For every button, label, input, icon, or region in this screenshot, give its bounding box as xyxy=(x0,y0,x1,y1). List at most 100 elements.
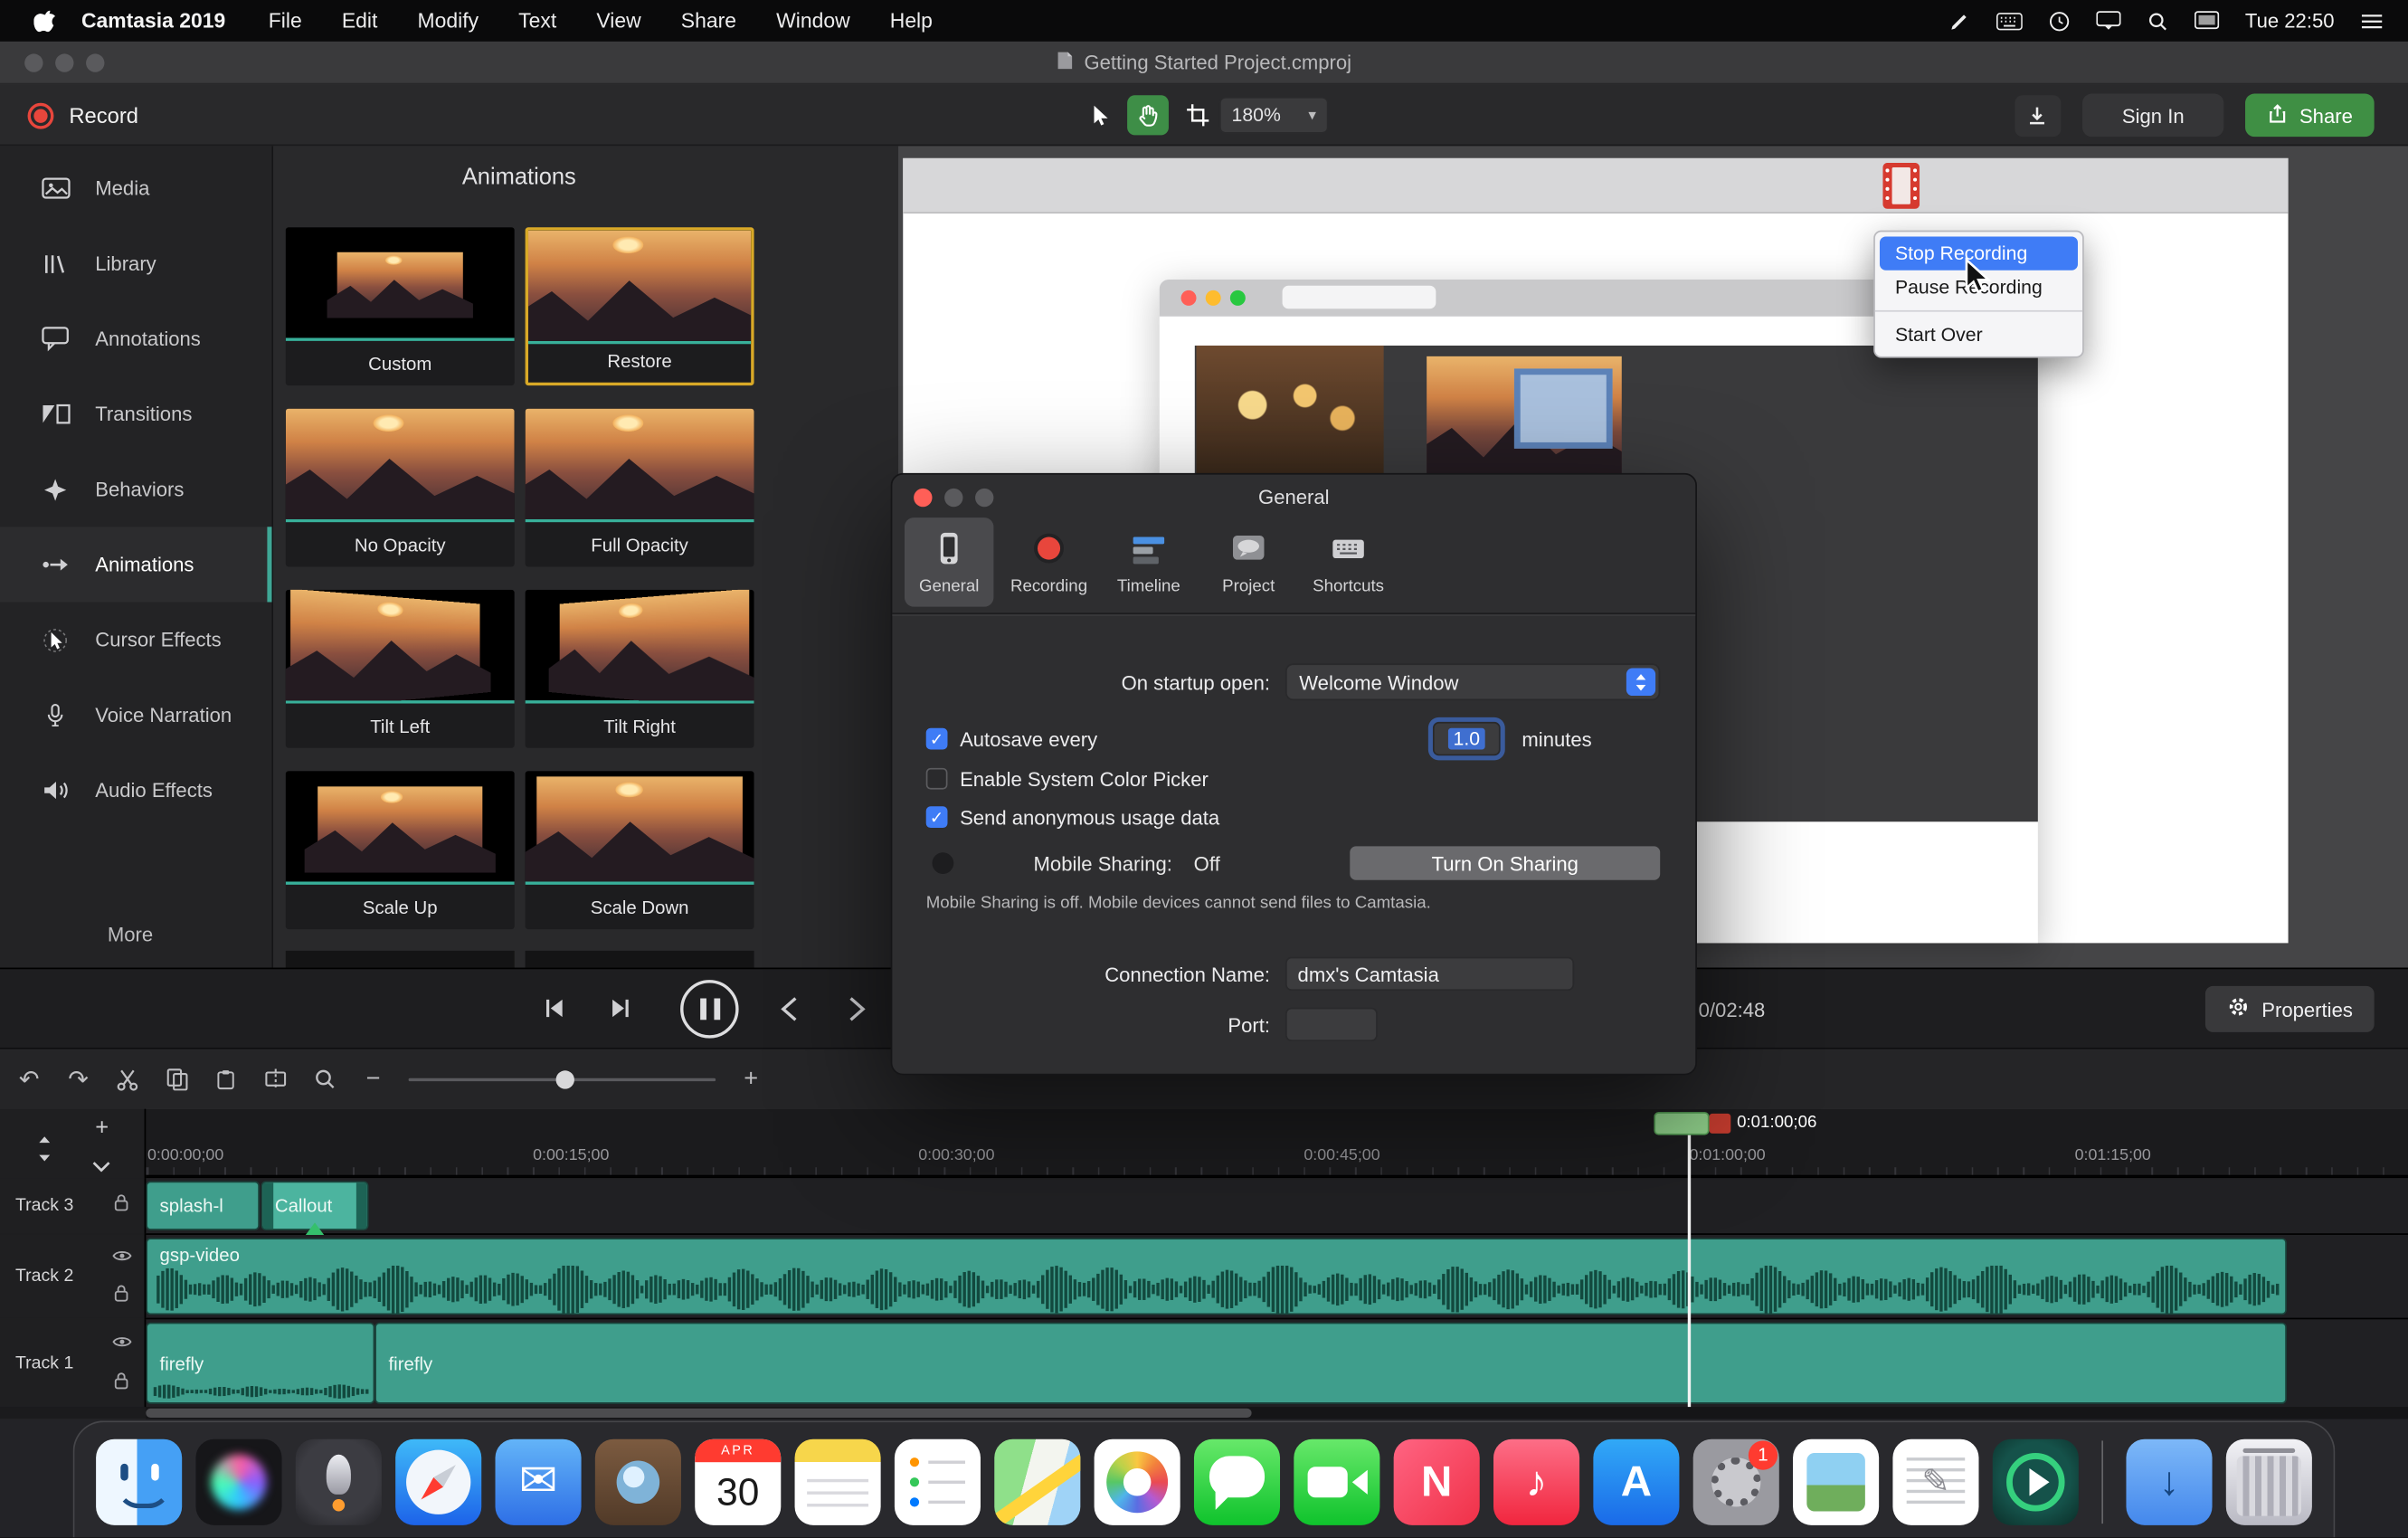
clock-icon[interactable] xyxy=(2049,10,2071,32)
dock-textedit-icon[interactable]: ✎ xyxy=(1892,1438,1978,1524)
dock-mail-icon[interactable]: ✉ xyxy=(496,1438,582,1524)
display-icon[interactable] xyxy=(2096,11,2120,31)
dock-messages-icon[interactable] xyxy=(1194,1438,1280,1524)
animation-card-scale-down[interactable]: Scale Down xyxy=(526,771,754,929)
playhead-in-handle[interactable] xyxy=(1654,1112,1709,1135)
sidebar-item-animations[interactable]: Animations xyxy=(0,527,271,602)
dialog-titlebar[interactable]: General xyxy=(892,475,1695,518)
dock-app-store-icon[interactable]: A xyxy=(1593,1438,1679,1524)
zoom-slider-handle[interactable] xyxy=(556,1069,574,1087)
dock-facetime-icon[interactable] xyxy=(1294,1438,1379,1524)
dock-reminders-icon[interactable] xyxy=(895,1438,981,1524)
app-menu[interactable]: Camtasia 2019 xyxy=(81,9,225,32)
sidebar-more-button[interactable]: More xyxy=(108,923,153,945)
menu-share[interactable]: Share xyxy=(681,9,736,32)
record-button[interactable]: Record xyxy=(28,84,138,146)
dock-siri-icon[interactable] xyxy=(195,1438,281,1524)
next-frame-button[interactable] xyxy=(608,995,634,1021)
recorder-film-icon[interactable] xyxy=(1882,163,1920,216)
sidebar-item-voice-narration[interactable]: Voice Narration xyxy=(0,678,271,753)
dock-downloads-icon[interactable]: ↓ xyxy=(2126,1438,2212,1524)
color-picker-checkbox[interactable] xyxy=(926,768,948,790)
sidebar-item-annotations[interactable]: Annotations xyxy=(0,301,271,376)
undo-button[interactable]: ↶ xyxy=(15,1064,43,1095)
dock-system-preferences-icon[interactable]: 1 xyxy=(1693,1438,1779,1524)
usage-data-checkbox[interactable]: ✓ xyxy=(926,806,948,828)
menu-edit[interactable]: Edit xyxy=(342,9,377,32)
zoom-slider[interactable] xyxy=(409,1078,716,1080)
menu-text[interactable]: Text xyxy=(518,9,556,32)
menu-file[interactable]: File xyxy=(269,9,302,32)
dock-news-icon[interactable]: N xyxy=(1394,1438,1480,1524)
share-button[interactable]: Share xyxy=(2246,94,2375,138)
pause-button[interactable] xyxy=(680,980,739,1039)
properties-button[interactable]: Properties xyxy=(2204,986,2374,1032)
dock-notes-icon[interactable] xyxy=(795,1438,881,1524)
horizontal-scrollbar[interactable] xyxy=(146,1407,2408,1419)
animation-card-scale-up[interactable]: Scale Up xyxy=(286,771,515,929)
sidebar-item-behaviors[interactable]: Behaviors xyxy=(0,451,271,527)
dock-trash-icon[interactable] xyxy=(2226,1438,2312,1524)
animation-card-no-opacity[interactable]: No Opacity xyxy=(286,409,515,567)
jump-forward-button[interactable] xyxy=(848,995,866,1023)
menu-bar-clock[interactable]: Tue 22:50 xyxy=(2245,9,2335,32)
connection-name-input[interactable]: dmx's Camtasia xyxy=(1285,957,1574,991)
clip-firefly[interactable]: firefly xyxy=(374,1323,2287,1404)
timeline-ruler[interactable]: 0:00:00;000:00:15;000:00:30;000:00:45;00… xyxy=(146,1136,2408,1176)
download-button[interactable] xyxy=(2015,94,2061,136)
animation-card-partial[interactable] xyxy=(286,951,515,968)
dock-calendar-icon[interactable]: APR30 xyxy=(695,1438,781,1524)
previous-frame-button[interactable] xyxy=(541,995,567,1021)
redo-button[interactable]: ↷ xyxy=(64,1064,92,1095)
cursor-tool-button[interactable] xyxy=(1078,95,1120,135)
menu-modify[interactable]: Modify xyxy=(418,9,479,32)
split-button[interactable] xyxy=(261,1068,289,1090)
search-icon[interactable] xyxy=(2147,10,2168,32)
zoom-out-button[interactable]: − xyxy=(359,1065,387,1093)
dock-finder-icon[interactable] xyxy=(96,1438,182,1524)
dock-camtasia-icon[interactable] xyxy=(1993,1438,2079,1524)
sidebar-item-transitions[interactable]: Transitions xyxy=(0,376,271,451)
dock-preview-icon[interactable] xyxy=(1793,1438,1879,1524)
sidebar-item-audio-effects[interactable]: Audio Effects xyxy=(0,753,271,828)
animation-card-full-opacity[interactable]: Full Opacity xyxy=(526,409,754,567)
notification-center-icon[interactable] xyxy=(2360,12,2383,30)
prefs-tab-general[interactable]: General xyxy=(905,517,993,606)
clip-firefly[interactable]: firefly xyxy=(146,1323,374,1404)
prefs-tab-shortcuts[interactable]: Shortcuts xyxy=(1304,517,1392,606)
zoom-level-select[interactable]: 180% ▾ xyxy=(1219,97,1329,134)
sign-in-button[interactable]: Sign In xyxy=(2082,94,2224,138)
dock-maps-icon[interactable] xyxy=(994,1438,1080,1524)
eye-icon[interactable] xyxy=(111,1329,131,1357)
animation-card-restore[interactable]: Restore xyxy=(526,227,754,385)
cut-button[interactable] xyxy=(114,1067,142,1091)
dock-safari-icon[interactable] xyxy=(395,1438,481,1524)
lock-icon[interactable] xyxy=(114,1283,129,1311)
playhead-out-handle[interactable] xyxy=(1710,1114,1731,1134)
prefs-tab-timeline[interactable]: Timeline xyxy=(1104,517,1193,606)
add-track-button[interactable]: + xyxy=(95,1116,109,1142)
copy-button[interactable] xyxy=(163,1068,191,1090)
clip-splash-l[interactable]: splash-l xyxy=(146,1182,260,1230)
lock-icon[interactable] xyxy=(114,1191,129,1220)
sidebar-item-cursor-effects[interactable]: Cursor Effects xyxy=(0,602,271,677)
dock-music-icon[interactable]: ♪ xyxy=(1493,1438,1579,1524)
paste-button[interactable] xyxy=(212,1068,240,1090)
startup-open-select[interactable]: Welcome Window xyxy=(1285,663,1660,700)
jump-back-button[interactable] xyxy=(780,995,798,1023)
zoom-in-button[interactable]: + xyxy=(737,1065,765,1093)
dock-photos-icon[interactable] xyxy=(1095,1438,1180,1524)
port-input[interactable] xyxy=(1285,1008,1378,1041)
crop-tool-button[interactable] xyxy=(1176,95,1218,135)
clip-gsp-video[interactable]: gsp-video xyxy=(146,1238,2287,1315)
sidebar-item-library[interactable]: Library xyxy=(0,226,271,301)
recorder-menu-item-start-over[interactable]: Start Over xyxy=(1880,318,2078,351)
animation-card-custom[interactable]: Custom xyxy=(286,227,515,385)
playhead-line[interactable] xyxy=(1688,1135,1691,1407)
dock-photo-booth-icon[interactable] xyxy=(595,1438,681,1524)
menu-view[interactable]: View xyxy=(596,9,640,32)
scrollbar-thumb[interactable] xyxy=(146,1409,1251,1418)
screen-icon[interactable] xyxy=(2195,11,2219,31)
pen-icon[interactable] xyxy=(1948,10,1970,32)
hand-tool-button[interactable] xyxy=(1127,95,1169,135)
